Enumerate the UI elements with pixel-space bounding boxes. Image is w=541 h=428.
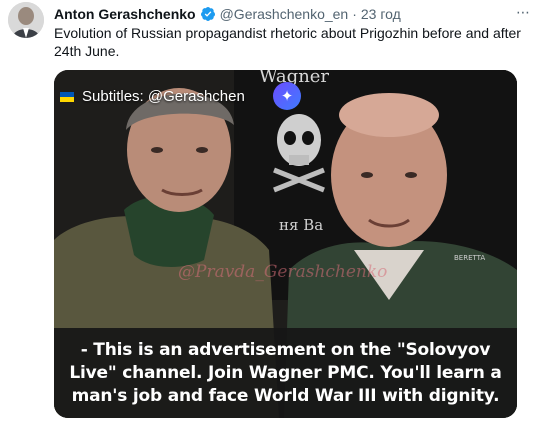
- more-icon[interactable]: ⋯: [516, 4, 531, 21]
- timestamp[interactable]: 23 год: [361, 6, 401, 22]
- tweet[interactable]: Anton Gerashchenko @Gerashchenko_en · 23…: [0, 0, 541, 428]
- video-media[interactable]: Wagner ня Ва BERETTA Subtitles: @Gerashc…: [54, 70, 517, 418]
- video-caption: - This is an advertisement on the "Solov…: [54, 328, 517, 418]
- author-avatar[interactable]: [8, 2, 44, 38]
- watermark-text: @Pravda_Gerashchenko: [178, 262, 388, 282]
- banner-text-2: ня Ва: [279, 216, 323, 234]
- author-handle[interactable]: @Gerashchenko_en: [220, 6, 349, 22]
- author-name[interactable]: Anton Gerashchenko: [54, 6, 196, 22]
- verified-badge-icon: [200, 6, 216, 22]
- jacket-patch-text: BERETTA: [454, 254, 485, 262]
- subtitle-credit: Subtitles: @Gerashchen en: [60, 88, 292, 105]
- sparkle-icon[interactable]: ✦: [273, 82, 301, 110]
- video-caption-text: - This is an advertisement on the "Solov…: [69, 339, 502, 406]
- tweet-text: Evolution of Russian propagandist rhetor…: [54, 25, 521, 59]
- subtitle-credit-text: Subtitles: @Gerashchen: [82, 88, 245, 105]
- tweet-header: Anton Gerashchenko @Gerashchenko_en · 23…: [54, 4, 521, 24]
- ukraine-flag-icon: [60, 91, 74, 102]
- dot-separator: ·: [352, 6, 357, 22]
